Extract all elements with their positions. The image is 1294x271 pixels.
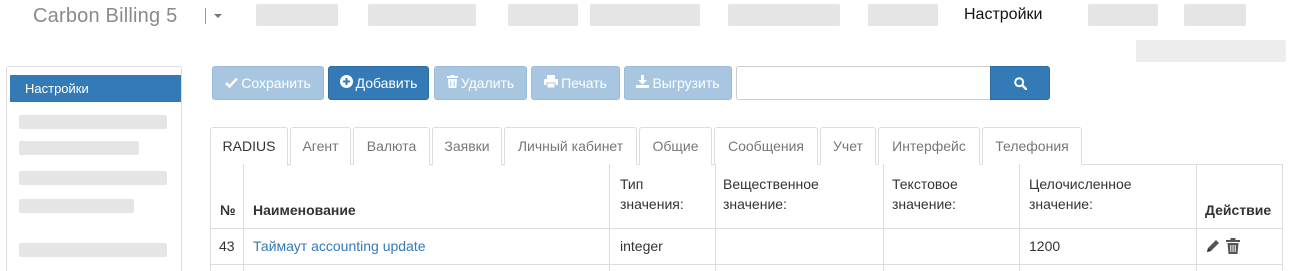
sidebar-item-blurred[interactable]	[19, 243, 167, 257]
search-icon	[1014, 77, 1027, 90]
column-divider	[243, 164, 244, 271]
column-header-real-line1: Вещественное	[723, 176, 819, 192]
column-divider	[609, 164, 610, 271]
brand-divider	[205, 8, 206, 24]
print-button[interactable]: Печать	[531, 66, 620, 100]
nav-item-blurred[interactable]	[590, 4, 700, 26]
tab-general[interactable]: Общие	[639, 127, 712, 165]
check-icon	[225, 67, 239, 99]
download-icon	[636, 67, 650, 99]
sidebar-item-settings[interactable]: Настройки	[10, 75, 181, 102]
nav-item-blurred[interactable]	[868, 4, 938, 26]
nav-item-blurred[interactable]	[1184, 4, 1246, 26]
add-button[interactable]: Добавить	[328, 66, 429, 100]
save-button[interactable]: Сохранить	[212, 66, 324, 100]
row-divider	[211, 228, 1282, 229]
tab-personal-cabinet[interactable]: Личный кабинет	[504, 127, 637, 165]
nav-item-blurred[interactable]	[1088, 4, 1158, 26]
cell-name-link[interactable]: Таймаут accounting update	[253, 238, 426, 254]
row-actions	[1205, 238, 1240, 257]
settings-tabs: RADIUS Агент Валюта Заявки Личный кабине…	[210, 127, 1283, 166]
search-input[interactable]	[736, 66, 991, 100]
tab-messages[interactable]: Сообщения	[714, 127, 818, 165]
row-divider	[211, 264, 1282, 265]
tab-telephony[interactable]: Телефония	[982, 127, 1082, 165]
sidebar-item-blurred[interactable]	[19, 199, 134, 213]
export-button-label: Выгрузить	[652, 75, 720, 91]
column-header-type[interactable]: Тип значения:	[620, 174, 684, 214]
search-button[interactable]	[990, 66, 1050, 100]
print-icon	[544, 67, 559, 99]
nav-item-blurred[interactable]	[368, 4, 476, 26]
tab-radius[interactable]: RADIUS	[210, 127, 288, 166]
column-header-name[interactable]: Наименование	[253, 202, 356, 218]
column-header-real-value[interactable]: Вещественное значение:	[723, 174, 819, 214]
trash-icon[interactable]	[1225, 238, 1240, 257]
trash-icon	[446, 67, 458, 99]
tab-currency[interactable]: Валюта	[353, 127, 430, 165]
nav-item-blurred[interactable]	[508, 4, 578, 26]
column-header-action: Действие	[1205, 202, 1272, 218]
cell-int-value: 1200	[1029, 238, 1061, 254]
delete-button-label: Удалить	[460, 75, 515, 91]
column-header-text-line2: значение:	[892, 196, 956, 212]
column-divider	[715, 164, 716, 271]
column-header-type-line1: Тип	[620, 176, 644, 192]
tab-accounting[interactable]: Учет	[820, 127, 876, 165]
save-button-label: Сохранить	[241, 75, 311, 91]
user-info-blurred	[1136, 40, 1286, 62]
column-header-type-line2: значения:	[620, 196, 684, 212]
column-header-int-value[interactable]: Целочисленное значение:	[1029, 174, 1132, 214]
cell-type: integer	[620, 238, 663, 254]
tab-requests[interactable]: Заявки	[432, 127, 502, 165]
pencil-icon[interactable]	[1205, 238, 1221, 257]
sidebar-item-blurred[interactable]	[19, 141, 139, 155]
print-button-label: Печать	[561, 75, 607, 91]
nav-item-blurred[interactable]	[728, 4, 840, 26]
column-header-real-line2: значение:	[723, 196, 787, 212]
column-divider	[1019, 164, 1020, 271]
sidebar-item-blurred[interactable]	[19, 115, 167, 129]
nav-item-blurred[interactable]	[256, 4, 338, 26]
column-header-text-line1: Текстовое	[892, 176, 958, 192]
tab-interface[interactable]: Интерфейс	[878, 127, 980, 165]
brand-title[interactable]: Carbon Billing 5	[33, 5, 177, 28]
column-divider	[1196, 164, 1197, 271]
export-button[interactable]: Выгрузить	[624, 66, 732, 100]
column-header-number[interactable]: №	[220, 202, 236, 218]
tab-agent[interactable]: Агент	[290, 127, 351, 165]
sidebar: Настройки	[6, 66, 182, 271]
settings-table: № Наименование Тип значения: Вещественно…	[210, 164, 1283, 271]
add-button-label: Добавить	[355, 75, 418, 91]
column-header-int-line1: Целочисленное	[1029, 176, 1132, 192]
column-header-int-line2: значение:	[1029, 196, 1093, 212]
plus-circle-icon	[339, 67, 353, 99]
sidebar-item-blurred[interactable]	[19, 171, 167, 185]
delete-button[interactable]: Удалить	[434, 66, 527, 100]
column-header-text-value[interactable]: Текстовое значение:	[892, 174, 958, 214]
nav-item-settings[interactable]: Настройки	[964, 6, 1042, 24]
chevron-down-icon[interactable]	[214, 14, 222, 18]
cell-number: 43	[219, 238, 235, 254]
top-navbar: Carbon Billing 5 Настройки	[0, 0, 1294, 62]
column-divider	[883, 164, 884, 271]
